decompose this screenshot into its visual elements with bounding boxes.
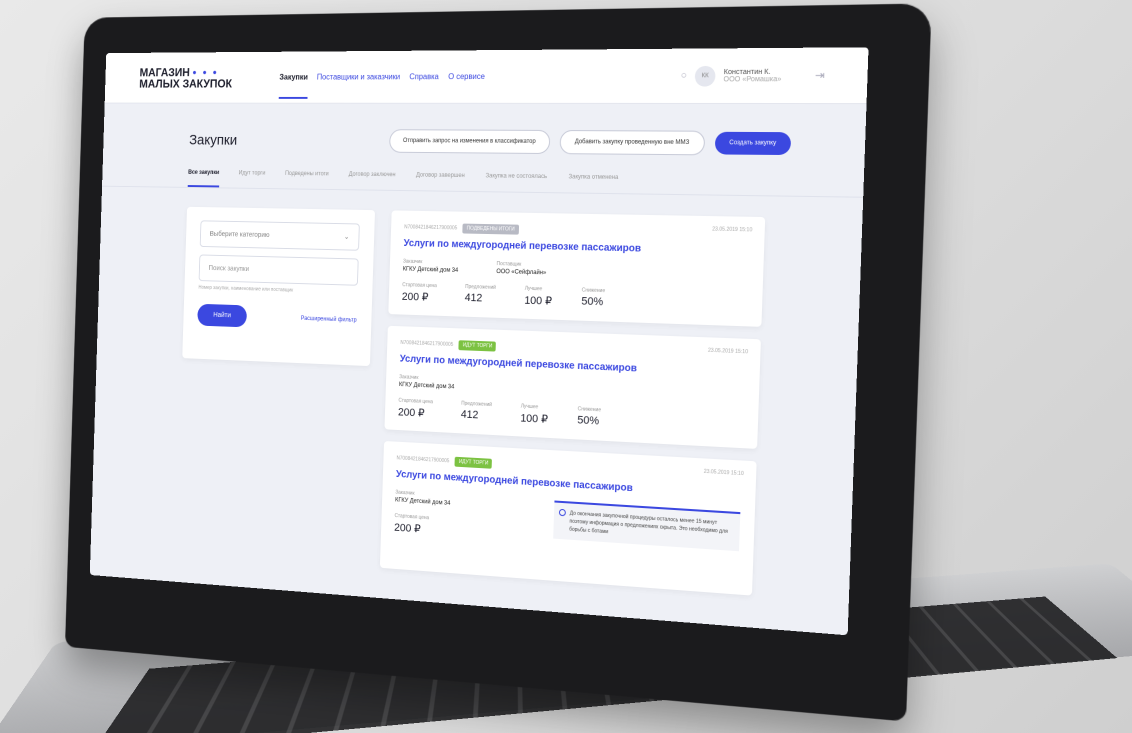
customer-value: КГКУ Детский дом 34 <box>398 382 455 391</box>
search-placeholder: Поиск закупки <box>208 264 250 273</box>
add-external-purchase-button[interactable]: Добавить закупку проведенную вне ММЗ <box>559 130 706 156</box>
chevron-down-icon: ⌄ <box>343 233 350 241</box>
purchase-number: N7008421846217900005 <box>400 339 454 348</box>
avatar: КК <box>694 65 716 87</box>
start-price-value: 200 ₽ <box>401 291 429 304</box>
customer-label: Заказчик <box>399 374 419 381</box>
find-button[interactable]: Найти <box>197 303 248 328</box>
logo-line2: МАЛЫХ ЗАКУПОК <box>139 76 233 90</box>
search-input[interactable]: Поиск закупки <box>198 254 359 286</box>
offers-label: Предложений <box>465 284 496 291</box>
content: Выберите категорию ⌄ Поиск закупки Номер… <box>91 187 864 603</box>
offers-label: Предложений <box>461 400 492 409</box>
drop-label: Снижение <box>577 406 602 414</box>
tab-failed[interactable]: Закупка не состоялась <box>485 173 548 192</box>
status-badge: ПОДВЕДЕНЫ ИТОГИ <box>462 223 519 235</box>
purchase-number: N7008421846217900005 <box>404 224 458 232</box>
logo[interactable]: МАГАЗИН • • • МАЛЫХ ЗАКУПОК <box>139 65 280 90</box>
start-price-label: Стартовая цена <box>394 513 430 522</box>
purchase-date: 23.05.2019 15:10 <box>712 226 753 234</box>
bell-icon[interactable]: ○ <box>680 70 687 81</box>
advanced-filter-link[interactable]: Расширенный фильтр <box>301 315 357 323</box>
main-nav: Закупки Поставщики и заказчики Справка О… <box>278 71 681 99</box>
notice-text: До окончания закупочной процедуры остало… <box>569 510 728 536</box>
purchase-list: N7008421846217900005 ПОДВЕДЕНЫ ИТОГИ 23.… <box>379 210 766 596</box>
user-org: ООО «Ромашка» <box>723 75 782 83</box>
category-select[interactable]: Выберите категорию ⌄ <box>199 220 360 251</box>
create-purchase-button[interactable]: Создать закупку <box>714 131 792 156</box>
customer-value: КГКУ Детский дом 34 <box>402 266 459 274</box>
drop-value: 50% <box>581 295 604 309</box>
status-badge: ИДУТ ТОРГИ <box>454 456 493 469</box>
user-menu[interactable]: ○ КК Константин К. ООО «Ромашка» ⇥ <box>680 65 825 87</box>
drop-label: Снижение <box>581 287 606 295</box>
tab-results[interactable]: Подведены итоги <box>284 171 329 189</box>
tab-all[interactable]: Все закупки <box>187 169 220 188</box>
logout-icon[interactable]: ⇥ <box>815 69 825 83</box>
top-bar: МАГАЗИН • • • МАЛЫХ ЗАКУПОК Закупки Пост… <box>104 47 869 105</box>
best-label: Лучшее <box>524 285 543 293</box>
nav-help[interactable]: Справка <box>409 72 439 81</box>
tab-cancelled[interactable]: Закупка отменена <box>568 174 618 193</box>
filter-panel: Выберите категорию ⌄ Поиск закупки Номер… <box>182 206 376 367</box>
purchase-title[interactable]: Услуги по междугородней перевозке пассаж… <box>403 238 749 257</box>
start-price-label: Стартовая цена <box>398 397 434 406</box>
search-hint: Номер закупки, наименование или поставщи… <box>198 284 294 294</box>
request-change-button[interactable]: Отправить запрос на изменения в классифи… <box>388 129 551 155</box>
supplier-value: ООО «Сейфлайн» <box>496 269 547 277</box>
purchase-card[interactable]: N7008421846217900005 ПОДВЕДЕНЫ ИТОГИ 23.… <box>388 210 766 327</box>
purchase-card[interactable]: N7008421846217900005 ИДУТ ТОРГИ 23.05.20… <box>384 325 761 449</box>
best-label: Лучшее <box>520 403 539 411</box>
purchase-card[interactable]: N7008421846217900005 ИДУТ ТОРГИ 23.05.20… <box>379 441 757 596</box>
nav-suppliers[interactable]: Поставщики и заказчики <box>317 72 400 81</box>
supplier-label: Поставщик <box>496 261 522 268</box>
nav-purchases[interactable]: Закупки <box>278 72 309 99</box>
start-price-value: 200 ₽ <box>394 521 421 536</box>
start-price-value: 200 ₽ <box>397 406 425 420</box>
best-value: 100 ₽ <box>520 412 549 426</box>
best-value: 100 ₽ <box>524 294 553 308</box>
offers-value: 412 <box>460 408 479 422</box>
page-title: Закупки <box>188 131 238 149</box>
screen: МАГАЗИН • • • МАЛЫХ ЗАКУПОК Закупки Пост… <box>89 47 869 636</box>
info-icon <box>558 508 566 517</box>
tab-contract-finished[interactable]: Договор завершен <box>416 173 465 191</box>
tab-contract-signed[interactable]: Договор заключен <box>348 172 396 190</box>
offers-value: 412 <box>464 291 483 305</box>
page-header: Закупки Отправить запрос на изменения в … <box>103 104 866 157</box>
start-price-label: Стартовая цена <box>402 282 437 290</box>
customer-label: Заказчик <box>402 258 423 266</box>
customer-value: КГКУ Детский дом 34 <box>395 497 451 507</box>
category-placeholder: Выберите категорию <box>209 230 270 239</box>
status-badge: ИДУТ ТОРГИ <box>458 340 497 352</box>
purchase-number: N7008421846217900005 <box>396 455 450 465</box>
drop-value: 50% <box>577 414 600 428</box>
nav-about[interactable]: О сервисе <box>448 72 485 81</box>
tab-bidding[interactable]: Идут торги <box>238 170 265 188</box>
